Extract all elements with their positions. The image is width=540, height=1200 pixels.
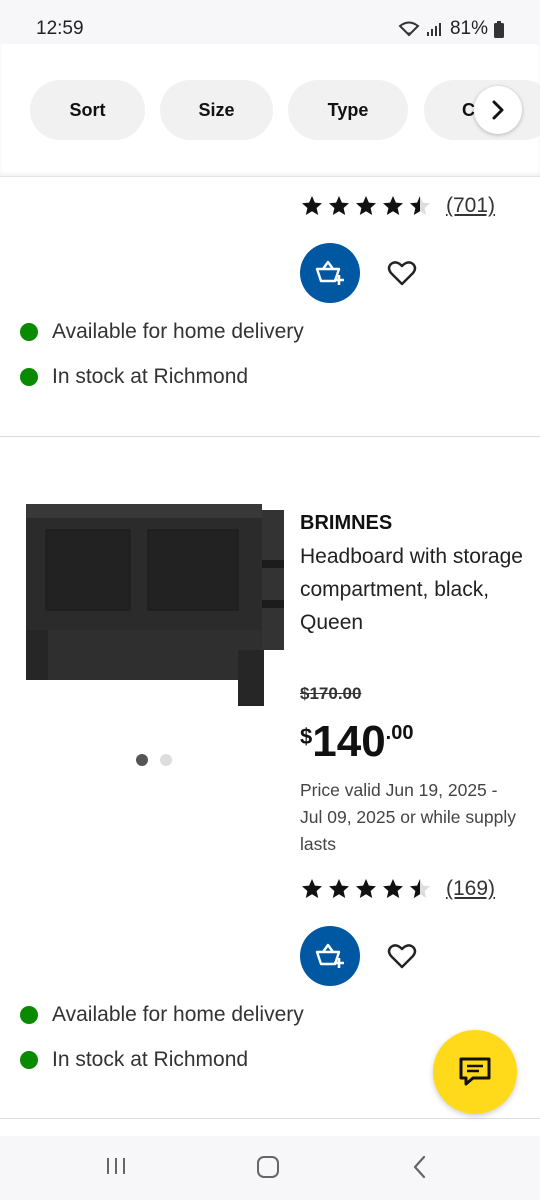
product-image[interactable]: [24, 500, 286, 712]
favorite-heart-icon[interactable]: [387, 941, 417, 971]
product-brand[interactable]: BRIMNES: [300, 512, 392, 535]
rating-count-link[interactable]: (169): [446, 877, 495, 901]
add-to-cart-button[interactable]: [300, 243, 360, 303]
battery-icon: [494, 20, 504, 38]
availability-label: In stock at Richmond: [52, 1048, 249, 1071]
divider: [0, 436, 540, 437]
back-icon[interactable]: [408, 1154, 432, 1180]
image-carousel-indicator[interactable]: [136, 754, 172, 766]
price-validity-note: Price valid Jun 19, 2025 - Jul 09, 2025 …: [300, 780, 516, 854]
availability-store: In stock at Richmond: [20, 365, 248, 389]
status-time: 12:59: [36, 18, 84, 39]
basket-add-icon: [315, 260, 344, 285]
status-bar: 12:59 81%: [0, 0, 540, 44]
star-icon: [302, 879, 322, 898]
status-dot: [20, 368, 38, 386]
home-icon[interactable]: [255, 1154, 281, 1180]
product2-rating: (169): [300, 877, 495, 901]
availability-store: In stock at Richmond: [20, 1048, 248, 1072]
filter-chip-size[interactable]: Size: [160, 80, 273, 140]
chevron-right-icon: [492, 100, 504, 120]
rating-stars: [300, 877, 432, 901]
star-icon: [383, 196, 403, 215]
scroll-filters-right-button[interactable]: [474, 86, 522, 134]
rating-stars: [300, 194, 432, 218]
original-price: $170.00: [300, 684, 362, 703]
availability-label: Available for home delivery: [52, 1003, 304, 1026]
rating-count-link[interactable]: (701): [446, 194, 495, 218]
chat-bubble-icon: [459, 1057, 491, 1086]
carousel-dot[interactable]: [160, 754, 172, 766]
product-description[interactable]: Headboard with storage compartment, blac…: [300, 540, 525, 639]
star-icon: [356, 879, 376, 898]
product1-rating: (701): [300, 194, 495, 218]
divider: [0, 1118, 540, 1119]
favorite-heart-icon[interactable]: [387, 258, 417, 288]
carousel-dot[interactable]: [136, 754, 148, 766]
status-dot: [20, 1006, 38, 1024]
filter-chip-sort[interactable]: Sort: [30, 80, 145, 140]
price-decimal: .00: [385, 722, 414, 744]
availability-delivery: Available for home delivery: [20, 1003, 304, 1027]
chat-support-button[interactable]: [433, 1030, 517, 1114]
star-icon: [329, 196, 349, 215]
availability-label: In stock at Richmond: [52, 365, 249, 388]
status-dot: [20, 1051, 38, 1069]
filter-chip-type[interactable]: Type: [288, 80, 408, 140]
half-star-icon: [410, 196, 430, 215]
add-to-cart-button[interactable]: [300, 926, 360, 986]
price-integer: 140: [312, 717, 386, 766]
wifi-icon: [398, 21, 420, 37]
star-icon: [356, 196, 376, 215]
battery-percent: 81%: [449, 18, 488, 39]
sale-price: $ 140 .00: [300, 718, 413, 766]
star-icon: [383, 879, 403, 898]
availability-delivery: Available for home delivery: [20, 320, 304, 344]
availability-label: Available for home delivery: [52, 320, 304, 343]
filter-bar: Sort Size Type C: [0, 44, 540, 177]
star-icon: [302, 196, 322, 215]
price-currency: $: [300, 724, 313, 749]
star-icon: [329, 879, 349, 898]
status-icons: 81%: [398, 18, 504, 40]
half-star-icon: [410, 879, 430, 898]
basket-add-icon: [315, 943, 344, 968]
recent-apps-icon[interactable]: [104, 1154, 128, 1178]
status-dot: [20, 323, 38, 341]
signal-icon: [426, 23, 441, 36]
system-navigation-bar: [0, 1136, 540, 1200]
